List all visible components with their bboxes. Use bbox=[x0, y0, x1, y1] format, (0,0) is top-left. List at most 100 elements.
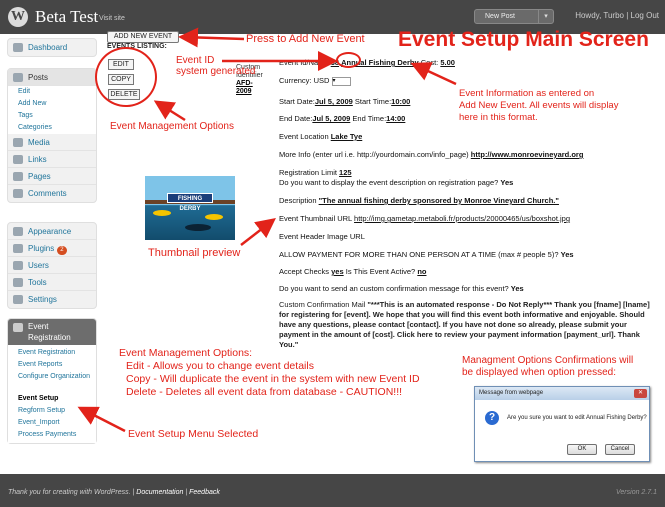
feedback-link[interactable]: Feedback bbox=[189, 489, 220, 496]
cost-label: Cost: bbox=[420, 58, 439, 67]
footer-thanks: Thank you for creating with WordPress. bbox=[8, 489, 131, 496]
annotation-options-edit: Edit - Allows you to change event detail… bbox=[126, 360, 314, 372]
fish-icon bbox=[153, 210, 171, 216]
sidebar-item-comments[interactable]: Comments bbox=[8, 185, 96, 202]
end-time-label: End Time: bbox=[352, 114, 387, 123]
sidebar-subitem-regform-setup[interactable]: Regform Setup bbox=[8, 405, 96, 417]
custom-confirmation-value: Yes bbox=[510, 284, 524, 293]
custom-identifier-value[interactable]: AFD-2009 bbox=[236, 80, 264, 96]
dialog-title-bar: Message from webpage ✕ bbox=[475, 387, 649, 400]
dialog-message: Are you sure you want to edit Annual Fis… bbox=[507, 415, 647, 421]
add-new-event-button[interactable]: ADD NEW EVENT bbox=[107, 31, 179, 43]
end-date-value: Jul 5, 2009 bbox=[312, 114, 351, 123]
thumbnail-url-link[interactable]: http://img.gametap.metaboli.fr/products/… bbox=[354, 214, 570, 223]
start-time-value: 10:00 bbox=[391, 97, 411, 106]
sidebar-item-links[interactable]: Links bbox=[8, 151, 96, 168]
annotation-thumbnail-preview: Thumbnail preview bbox=[148, 247, 241, 259]
location-row: Event Location Lake Tye bbox=[279, 132, 362, 141]
location-label: Event Location bbox=[279, 132, 329, 141]
management-options-highlight bbox=[95, 47, 157, 107]
sidebar-item-event-registration[interactable]: Event Registration bbox=[8, 319, 96, 345]
annotation-options-copy: Copy - Will duplicate the event in the s… bbox=[126, 373, 420, 385]
admin-sidebar: Dashboard Posts Edit Add New Tags Catego… bbox=[0, 34, 100, 474]
footer-separator: | bbox=[132, 489, 135, 496]
documentation-link[interactable]: Documentation bbox=[136, 489, 183, 496]
footer-separator: | bbox=[185, 489, 188, 496]
description-label: Description bbox=[279, 196, 317, 205]
plugins-count-badge: 2 bbox=[57, 246, 67, 255]
menu-appearance-group: Appearance Plugins 2 Users Tools Settings bbox=[7, 222, 97, 309]
currency-dropdown[interactable]: ▾ bbox=[331, 76, 351, 86]
cancel-button[interactable]: Cancel bbox=[605, 444, 635, 455]
sidebar-item-appearance[interactable]: Appearance bbox=[8, 223, 96, 240]
accept-checks-value: yes bbox=[331, 267, 344, 276]
checks-active-row: Accept Checks yes Is This Event Active? … bbox=[279, 267, 426, 276]
logout-link[interactable]: Log Out bbox=[631, 11, 659, 20]
registration-limit-label: Registration Limit bbox=[279, 168, 337, 177]
sidebar-subitem-event-registration[interactable]: Event Registration bbox=[8, 347, 96, 359]
annotation-management-options: Event Management Options bbox=[110, 121, 234, 132]
ok-button[interactable]: OK bbox=[567, 444, 597, 455]
start-date-value: Jul 5, 2009 bbox=[314, 97, 353, 106]
posts-submenu: Edit Add New Tags Categories bbox=[8, 86, 96, 134]
menu-event-registration-group: Event Registration Event Registration Ev… bbox=[7, 318, 97, 444]
pages-icon bbox=[13, 172, 23, 181]
end-row: End Date:Jul 5, 2009 End Time:14:00 bbox=[279, 114, 405, 123]
links-icon bbox=[13, 155, 23, 164]
currency-value: USD bbox=[313, 76, 330, 85]
close-icon[interactable]: ✕ bbox=[634, 389, 647, 398]
annotation-options-title: Event Management Options: bbox=[119, 347, 253, 359]
sidebar-subitem-add-new[interactable]: Add New bbox=[8, 98, 96, 110]
event-id-highlight bbox=[336, 52, 361, 68]
sidebar-item-media[interactable]: Media bbox=[8, 134, 96, 151]
annotation-confirm-2: be displayed when option pressed: bbox=[462, 367, 616, 378]
sidebar-subitem-process-payments[interactable]: Process Payments bbox=[8, 429, 96, 441]
users-icon bbox=[13, 261, 23, 270]
new-post-label[interactable]: New Post bbox=[485, 13, 515, 20]
more-info-label: More Info (enter url i.e. http://yourdom… bbox=[279, 150, 469, 159]
arrow-to-thumbnail-url bbox=[240, 217, 276, 246]
tools-icon bbox=[13, 278, 23, 287]
settings-icon bbox=[13, 295, 23, 304]
sidebar-subitem-event-reports[interactable]: Event Reports bbox=[8, 359, 96, 371]
new-post-button[interactable]: New Post ▾ bbox=[474, 9, 554, 24]
annotation-menu-selected: Event Setup Menu Selected bbox=[128, 428, 259, 440]
arrow-to-add-button bbox=[178, 27, 245, 48]
sidebar-item-posts[interactable]: Posts bbox=[8, 69, 96, 86]
confirmation-dialog: Message from webpage ✕ ? Are you sure yo… bbox=[474, 386, 650, 462]
admin-footer: Thank you for creating with WordPress. |… bbox=[0, 474, 665, 507]
header-image-row: Event Header Image URL bbox=[279, 232, 365, 241]
cost-value: 5.00 bbox=[440, 58, 455, 67]
sidebar-subitem-edit[interactable]: Edit bbox=[8, 86, 96, 98]
site-title[interactable]: Beta Test bbox=[35, 7, 98, 27]
sidebar-subitem-categories[interactable]: Categories bbox=[8, 122, 96, 134]
custom-confirmation-label: Do you want to send an custom confirmati… bbox=[279, 284, 509, 293]
visit-site-link[interactable]: ← Visit site bbox=[90, 15, 125, 22]
sidebar-item-tools[interactable]: Tools bbox=[8, 274, 96, 291]
username-link[interactable]: Turbo bbox=[603, 11, 624, 20]
registration-limit-row: Registration Limit 125 bbox=[279, 168, 352, 177]
display-description-label: Do you want to display the event descrip… bbox=[279, 178, 499, 187]
multi-payment-label: ALLOW PAYMENT FOR MORE THAN ONE PERSON A… bbox=[279, 250, 559, 259]
sidebar-subitem-event-setup[interactable]: Event Setup bbox=[8, 393, 96, 405]
sidebar-subitem-tags[interactable]: Tags bbox=[8, 110, 96, 122]
sidebar-item-settings[interactable]: Settings bbox=[8, 291, 96, 308]
thumbnail-banner: FISHING DERBY bbox=[167, 193, 213, 212]
annotation-confirm-1: Managment Options Confirmations will bbox=[462, 355, 634, 366]
sidebar-subitem-configure-organization[interactable]: Configure Organization bbox=[8, 371, 96, 393]
sidebar-item-dashboard[interactable]: Dashboard bbox=[8, 39, 96, 56]
dashboard-icon bbox=[13, 43, 23, 52]
description-value: "The annual fishing derby sponsored by M… bbox=[318, 196, 559, 205]
description-row: Description "The annual fishing derby sp… bbox=[279, 196, 559, 205]
display-description-row: Do you want to display the event descrip… bbox=[279, 178, 513, 187]
sidebar-subitem-event-import[interactable]: Event_Import bbox=[8, 417, 96, 429]
arrow-to-management-options bbox=[153, 100, 186, 122]
sidebar-item-plugins[interactable]: Plugins 2 bbox=[8, 240, 96, 257]
custom-confirmation-mail: Custom Confirmation Mail "***This is an … bbox=[279, 300, 659, 350]
sidebar-item-pages[interactable]: Pages bbox=[8, 168, 96, 185]
chevron-down-icon[interactable]: ▾ bbox=[538, 10, 553, 23]
sidebar-item-users[interactable]: Users bbox=[8, 257, 96, 274]
arrow-to-event-info bbox=[410, 62, 457, 86]
header-image-label: Event Header Image URL bbox=[279, 232, 365, 241]
more-info-link[interactable]: http://www.monroevineyard.org bbox=[471, 150, 584, 159]
